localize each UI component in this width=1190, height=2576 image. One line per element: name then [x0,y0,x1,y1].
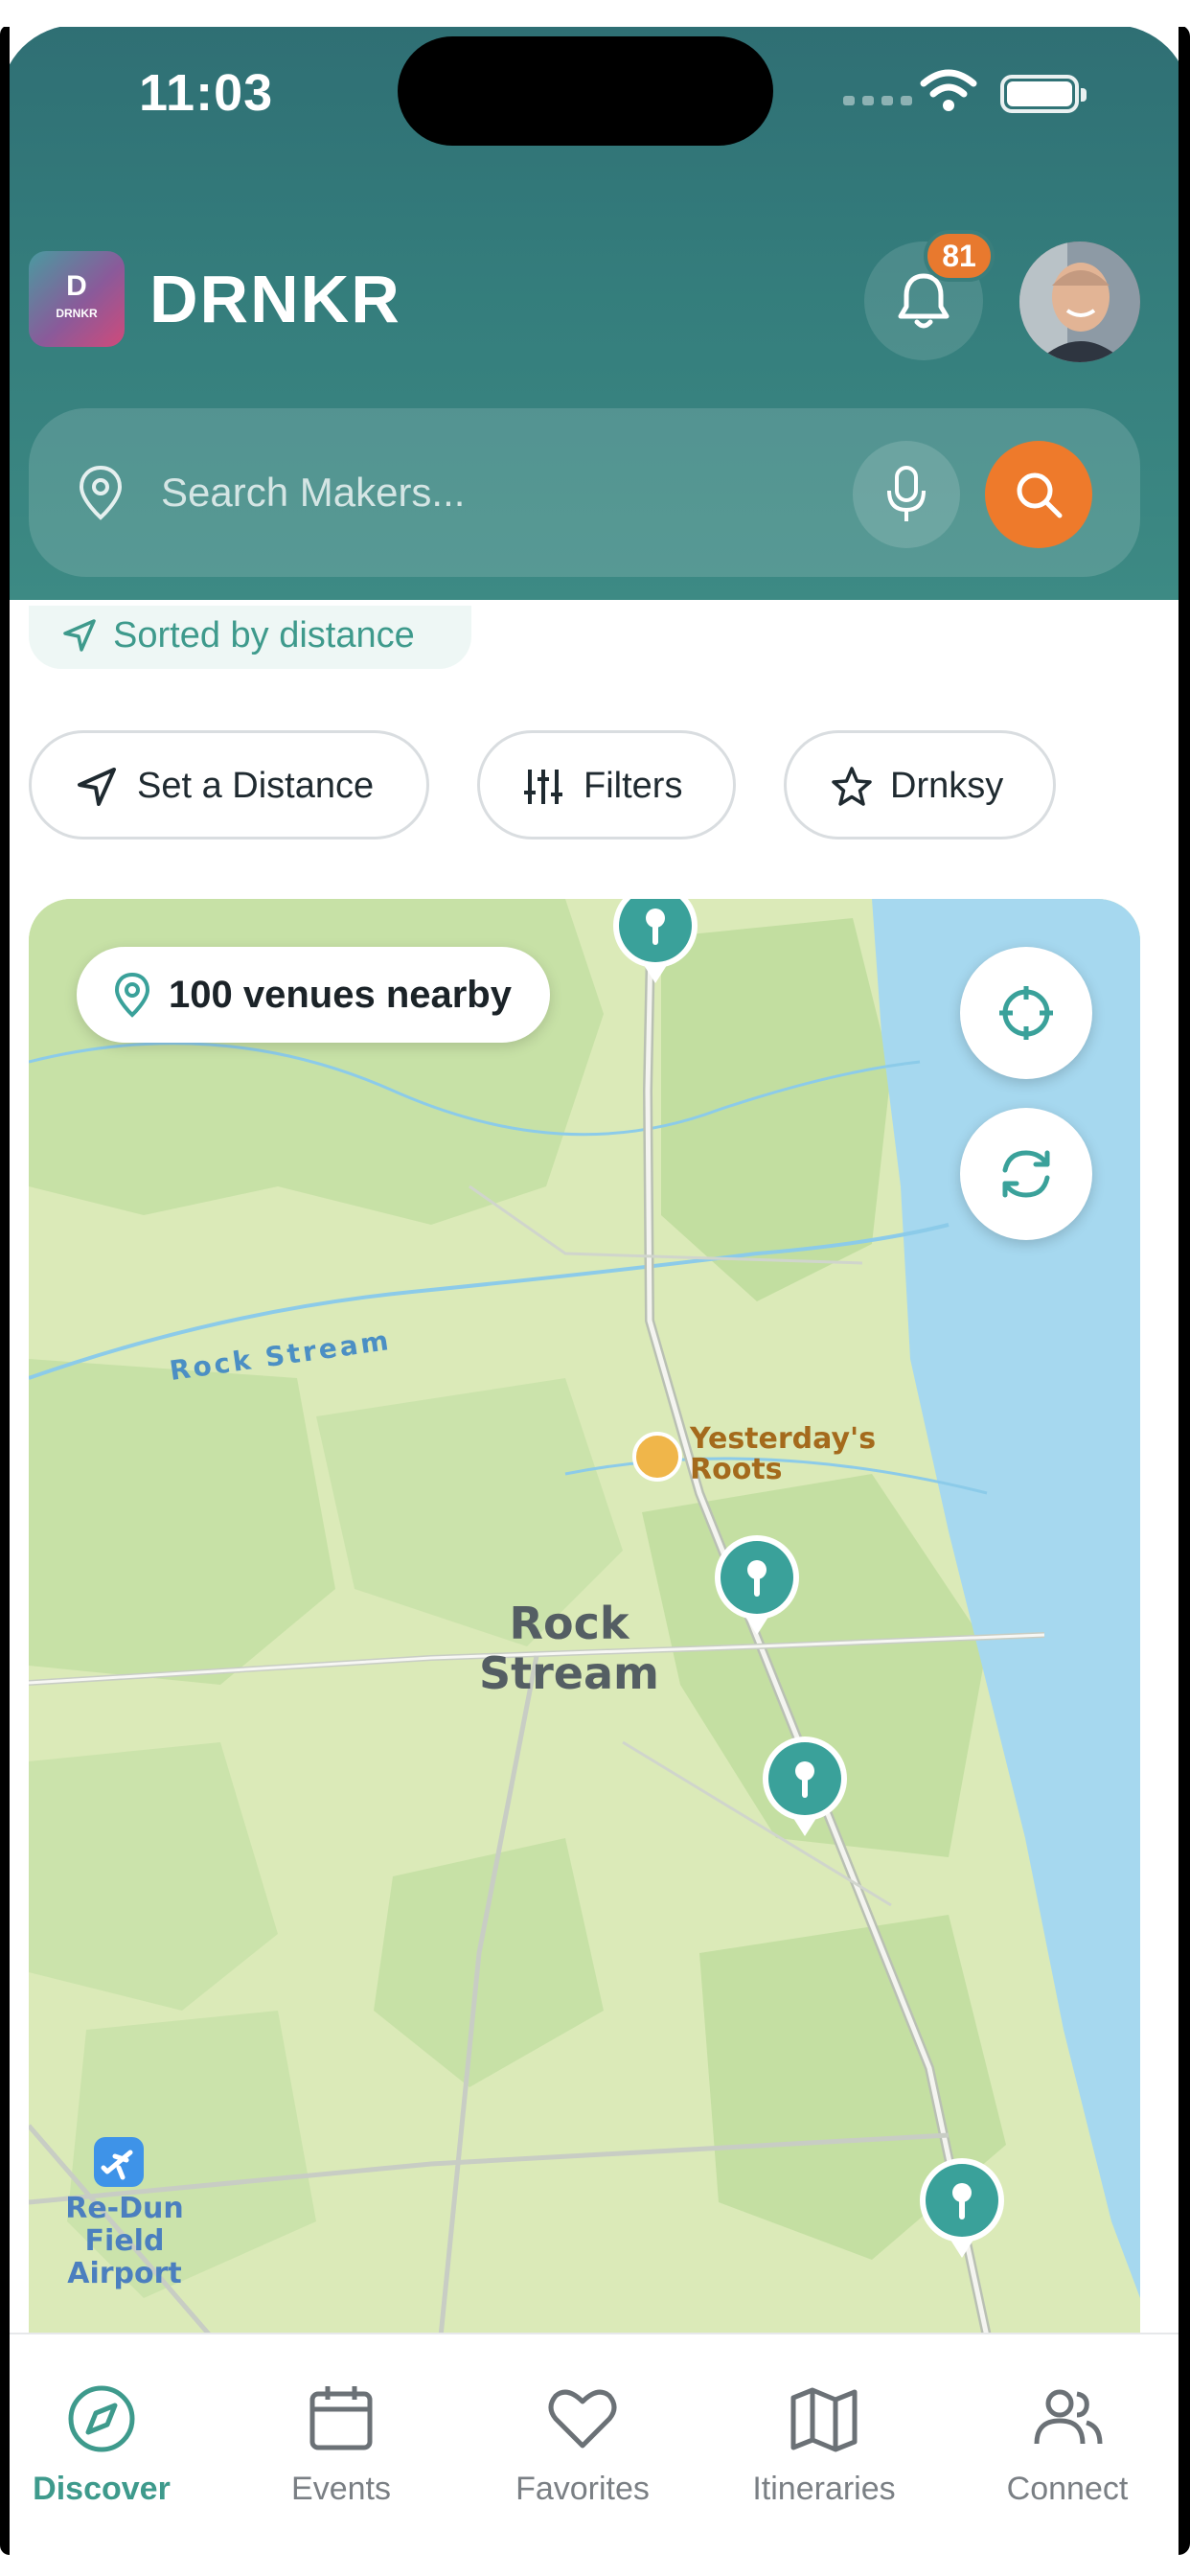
venue-marker[interactable] [914,2154,1010,2262]
device-frame-bottom [0,2555,1190,2576]
profile-photo [1019,242,1140,362]
status-bar: 11:03 [0,25,1190,169]
tab-discover[interactable]: Discover [6,2382,197,2508]
notification-count-badge: 81 [924,230,995,282]
venue-map[interactable]: Rock Stream Rock Stream Yesterday's Root… [29,899,1140,2336]
device-bezel-left [0,25,10,2555]
venue-marker[interactable] [757,1733,853,1840]
navigation-arrow-icon [78,768,116,806]
refresh-button[interactable] [960,1108,1092,1240]
chip-label: Filters [584,766,683,806]
microphone-icon [887,466,926,521]
location-pin-icon [114,972,150,1018]
set-distance-chip[interactable]: Set a Distance [29,730,429,840]
star-icon [832,767,872,806]
search-input[interactable] [161,462,832,523]
compass-icon [68,2385,135,2452]
calendar-icon [309,2386,373,2450]
search-icon [1017,472,1063,518]
tab-label: Discover [33,2471,171,2507]
tab-connect[interactable]: Connect [972,2382,1163,2508]
cellular-signal-icon [843,96,912,105]
app-logo: D DRNKR [29,251,125,347]
map-icon [790,2387,858,2452]
tab-label: Connect [1006,2471,1129,2507]
tab-label: Itineraries [752,2471,896,2507]
venues-count-pill: 100 venues nearby [77,947,550,1043]
app-screen: 11:03 D DRNKR DRNKR 81 Search Makers... … [0,25,1190,2555]
venue-marker[interactable] [607,899,703,987]
device-bezel-right [1179,25,1190,2555]
venue-marker[interactable] [709,1531,805,1639]
map-label-poi[interactable]: Yesterday's Roots [690,1424,876,1485]
tab-favorites[interactable]: Favorites [487,2382,678,2508]
map-label-town: Rock Stream [479,1598,659,1699]
drnksy-chip[interactable]: Drnksy [784,730,1056,840]
map-label-airport: Re-Dun Field Airport [65,2192,184,2290]
users-icon [1034,2389,1103,2445]
tab-label: Events [291,2471,391,2507]
chip-label: Set a Distance [137,766,375,806]
app-title: DRNKR [149,262,401,336]
avatar[interactable] [1019,242,1140,362]
bottom-tab-bar: Discover Events Favorites Itineraries Co… [0,2333,1190,2555]
tab-itineraries[interactable]: Itineraries [728,2382,920,2508]
heart-icon [548,2389,617,2449]
voice-search-button[interactable] [853,441,960,548]
filters-chip[interactable]: Filters [477,730,736,840]
dynamic-island [398,36,773,146]
recenter-button[interactable] [960,947,1092,1079]
sorted-by-distance-indicator: Sorted by distance [29,606,471,669]
basket-icon [632,1432,682,1482]
chip-label: Drnksy [890,766,1004,806]
app-header: 11:03 D DRNKR DRNKR 81 [0,25,1190,600]
tab-events[interactable]: Events [245,2382,437,2508]
location-pin-icon [79,465,123,520]
search-button[interactable] [985,441,1092,548]
tab-label: Favorites [515,2471,650,2507]
refresh-icon [1002,1150,1050,1198]
battery-icon [1000,75,1087,113]
navigation-arrow-icon [63,619,96,652]
sliders-icon [524,770,562,804]
airport-icon [94,2137,144,2187]
crosshair-icon [999,986,1053,1040]
status-time: 11:03 [139,64,274,122]
search-bar [29,408,1140,577]
sort-label: Sorted by distance [113,615,415,656]
device-frame-top [0,0,1190,27]
wifi-icon [920,69,977,111]
venues-count-label: 100 venues nearby [169,974,512,1016]
